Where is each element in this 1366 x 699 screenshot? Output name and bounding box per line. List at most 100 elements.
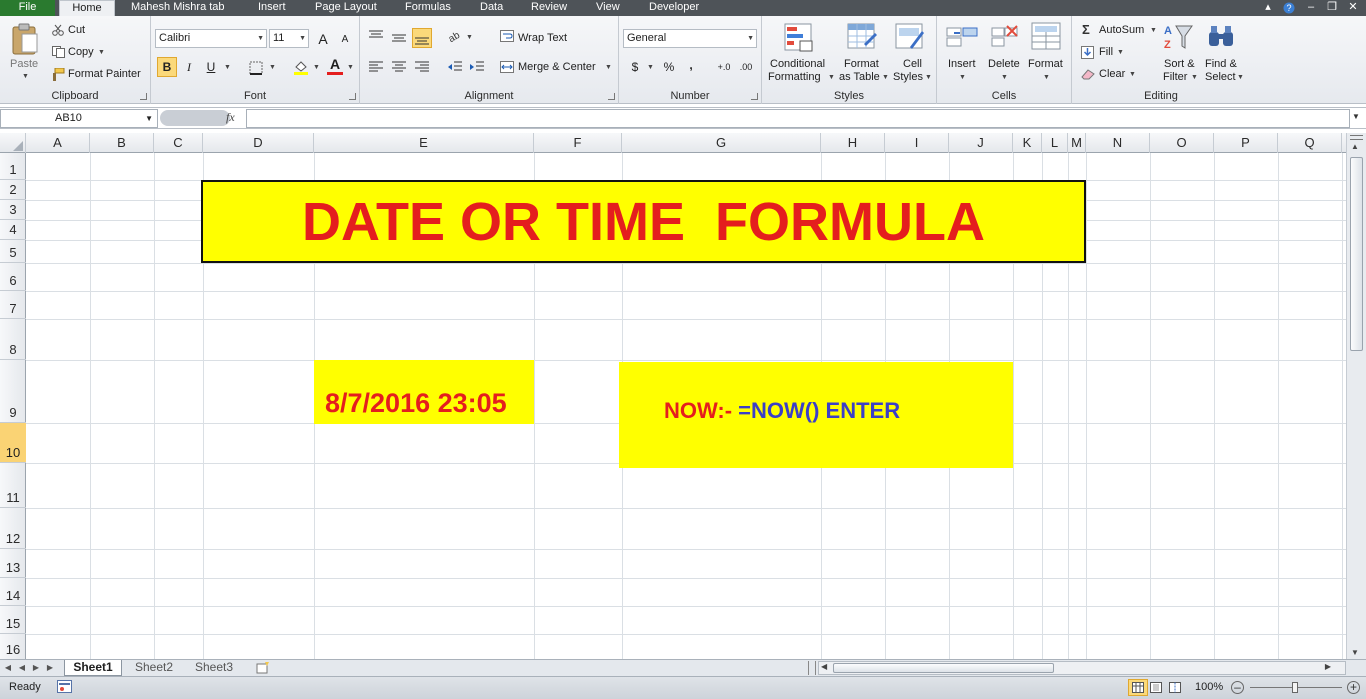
middle-align-icon[interactable]: [392, 33, 406, 46]
row-header-7[interactable]: 7: [0, 291, 26, 319]
vertical-scrollbar[interactable]: ▲ ▼: [1346, 133, 1366, 659]
format-as-table-icon[interactable]: [847, 23, 877, 56]
merge-center-label[interactable]: Merge & Center: [518, 61, 596, 73]
delete-cells-icon[interactable]: [991, 24, 1019, 53]
autosum-dropdown-icon[interactable]: ▼: [1150, 27, 1157, 34]
date-value-cell[interactable]: 8/7/2016 23:05: [314, 360, 534, 424]
column-header-i[interactable]: I: [885, 133, 949, 153]
clear-dropdown-icon[interactable]: ▼: [1129, 71, 1136, 78]
wrap-text-icon[interactable]: [500, 30, 514, 45]
align-center-icon[interactable]: [392, 61, 406, 76]
format-as-table-label-1[interactable]: Format: [844, 58, 879, 70]
fill-icon[interactable]: [1081, 46, 1094, 62]
name-box[interactable]: AB10 ▼: [0, 109, 158, 128]
first-sheet-icon[interactable]: ◀: [2, 661, 14, 675]
paste-label[interactable]: Paste: [10, 58, 38, 70]
fill-color-icon[interactable]: [293, 59, 309, 78]
window-close-icon[interactable]: ✕: [1343, 0, 1363, 16]
window-minimize-icon[interactable]: –: [1301, 0, 1321, 16]
tab-data[interactable]: Data: [474, 0, 509, 16]
scroll-right-icon[interactable]: ▶: [1325, 662, 1331, 671]
merge-center-icon[interactable]: [500, 61, 514, 76]
insert-worksheet-icon[interactable]: [250, 660, 276, 676]
sheet-tab-1[interactable]: Sheet1: [64, 660, 122, 676]
row-header-11[interactable]: 11: [0, 463, 26, 508]
row-header-4[interactable]: 4: [0, 220, 26, 240]
font-color-icon[interactable]: A: [327, 57, 343, 75]
borders-icon[interactable]: [249, 61, 263, 78]
column-header-l[interactable]: L: [1042, 133, 1068, 153]
tab-insert[interactable]: Insert: [252, 0, 292, 16]
paste-icon[interactable]: [10, 22, 40, 59]
comma-button[interactable]: ,: [681, 55, 701, 75]
column-header-a[interactable]: A: [26, 133, 90, 153]
underline-dropdown-icon[interactable]: ▼: [224, 64, 231, 71]
find-select-label-1[interactable]: Find &: [1205, 58, 1237, 70]
insert-function-button[interactable]: fx: [226, 110, 235, 125]
increase-decimal-button[interactable]: +.0: [713, 57, 735, 77]
find-select-icon[interactable]: [1207, 22, 1237, 55]
zoom-out-icon[interactable]: –: [1231, 681, 1244, 694]
formula-bar-resize-handle[interactable]: [160, 110, 230, 126]
row-header-5[interactable]: 5: [0, 240, 26, 263]
vertical-scroll-thumb[interactable]: [1350, 157, 1363, 351]
format-cells-icon[interactable]: [1031, 22, 1061, 53]
autosum-label[interactable]: AutoSum: [1099, 24, 1144, 36]
find-select-dropdown-icon[interactable]: ▼: [1237, 74, 1244, 81]
format-cells-dropdown-icon[interactable]: ▼: [1043, 74, 1050, 81]
row-header-8[interactable]: 8: [0, 319, 26, 360]
tab-view[interactable]: View: [590, 0, 626, 16]
formula-input[interactable]: [246, 109, 1350, 128]
format-cells-label[interactable]: Format: [1028, 58, 1063, 70]
row-header-12[interactable]: 12: [0, 508, 26, 549]
column-header-q[interactable]: Q: [1278, 133, 1342, 153]
autosum-icon[interactable]: Σ: [1082, 22, 1090, 37]
column-header-f[interactable]: F: [534, 133, 622, 153]
row-header-13[interactable]: 13: [0, 549, 26, 578]
prev-sheet-icon[interactable]: ◀: [16, 661, 28, 675]
tab-home[interactable]: Home: [59, 0, 115, 16]
clear-label[interactable]: Clear: [1099, 68, 1125, 80]
italic-button[interactable]: I: [179, 57, 199, 77]
row-header-3[interactable]: 3: [0, 200, 26, 220]
delete-cells-label[interactable]: Delete: [988, 58, 1020, 70]
conditional-formatting-label-1[interactable]: Conditional: [770, 58, 825, 70]
grow-font-button[interactable]: A: [313, 29, 333, 49]
sheet-tab-3[interactable]: Sheet3: [186, 660, 242, 676]
orientation-dropdown-icon[interactable]: ▼: [466, 34, 473, 41]
clipboard-launcher-icon[interactable]: [140, 93, 147, 100]
tab-developer[interactable]: Developer: [643, 0, 705, 16]
macro-record-icon[interactable]: [57, 680, 72, 696]
column-header-b[interactable]: B: [90, 133, 154, 153]
top-align-icon[interactable]: [369, 30, 383, 45]
align-right-icon[interactable]: [415, 61, 429, 76]
number-launcher-icon[interactable]: [751, 93, 758, 100]
row-header-15[interactable]: 15: [0, 606, 26, 634]
fill-label[interactable]: Fill: [1099, 46, 1113, 58]
fill-dropdown-icon[interactable]: ▼: [1117, 49, 1124, 56]
wrap-text-label[interactable]: Wrap Text: [518, 32, 567, 44]
cut-label[interactable]: Cut: [68, 24, 85, 36]
copy-dropdown-icon[interactable]: ▼: [98, 49, 105, 56]
last-sheet-icon[interactable]: ▶: [44, 661, 56, 675]
row-header-10[interactable]: 10: [0, 423, 26, 463]
font-size-select[interactable]: 11 ▼: [269, 29, 309, 48]
column-header-d[interactable]: D: [203, 133, 314, 153]
insert-cells-label[interactable]: Insert: [948, 58, 976, 70]
bold-button[interactable]: B: [157, 57, 177, 77]
sort-filter-dropdown-icon[interactable]: ▼: [1191, 74, 1198, 81]
column-header-m[interactable]: M: [1068, 133, 1086, 153]
conditional-formatting-label-2[interactable]: Formatting: [768, 71, 821, 83]
orientation-icon[interactable]: ab: [447, 30, 464, 45]
bottom-align-button[interactable]: [412, 28, 432, 48]
sort-filter-label-1[interactable]: Sort &: [1164, 58, 1195, 70]
copy-icon[interactable]: [52, 46, 65, 61]
column-header-n[interactable]: N: [1086, 133, 1150, 153]
help-icon[interactable]: ?: [1279, 0, 1299, 16]
now-formula-text-box[interactable]: NOW:- =NOW() ENTER: [619, 362, 1013, 468]
column-header-j[interactable]: J: [949, 133, 1013, 153]
minimize-ribbon-icon[interactable]: ▴: [1258, 0, 1278, 16]
scroll-down-icon[interactable]: ▼: [1351, 648, 1359, 657]
paste-dropdown-icon[interactable]: ▼: [22, 73, 29, 80]
scroll-left-icon[interactable]: ◀: [821, 662, 827, 671]
